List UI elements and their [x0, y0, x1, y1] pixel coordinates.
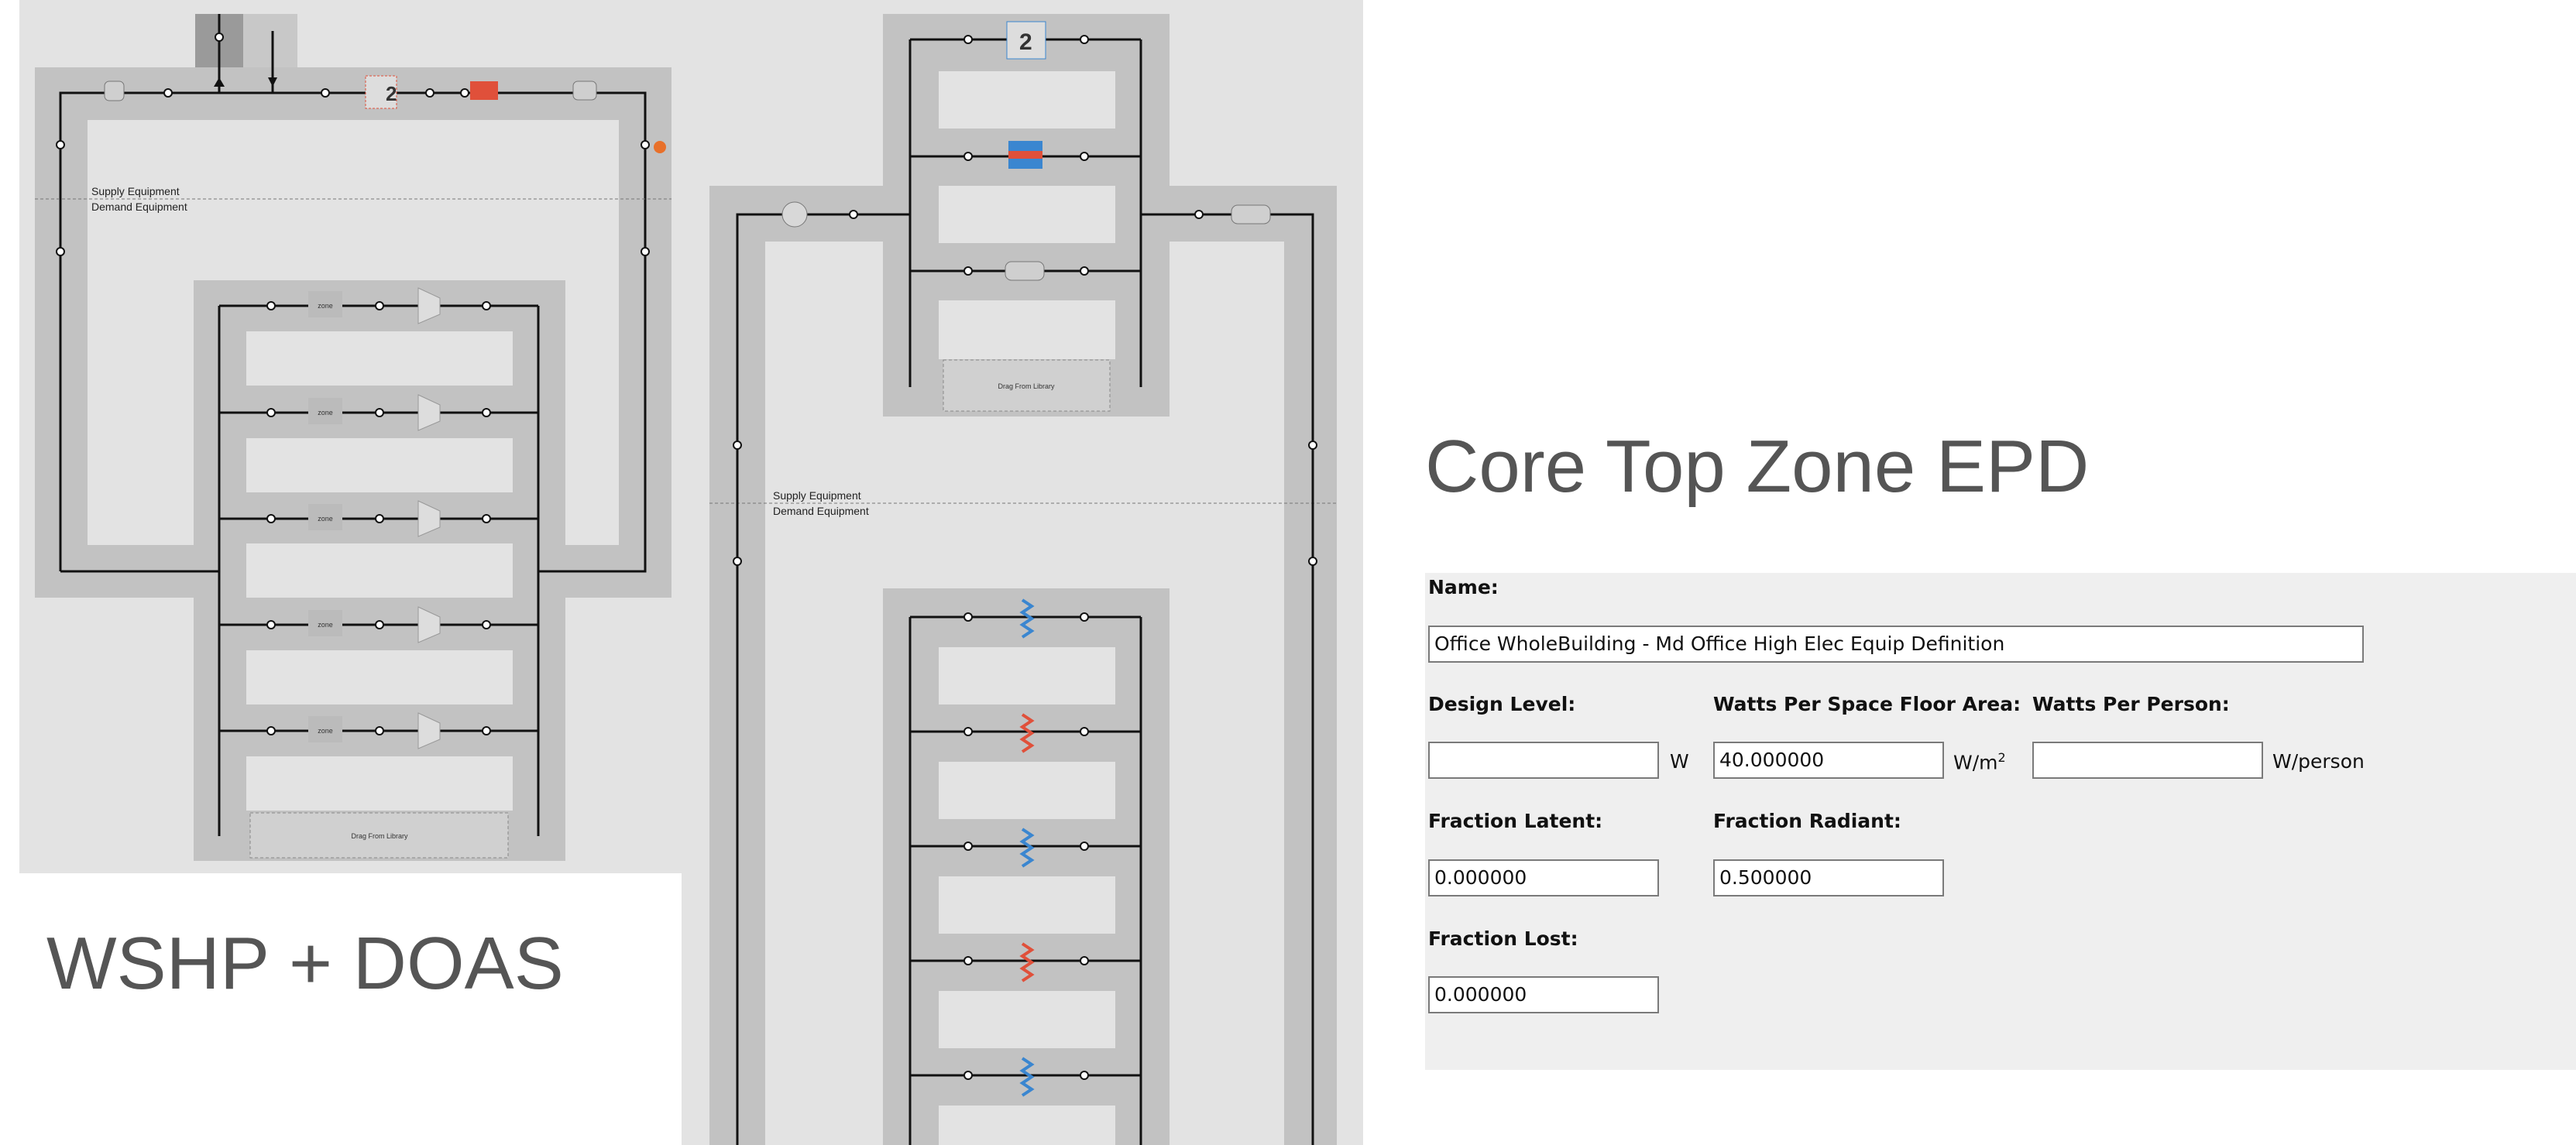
pipe-icon[interactable]	[1005, 261, 1045, 281]
design-level-unit: W	[1670, 750, 1689, 773]
demand-equipment-label: Demand Equipment	[773, 505, 869, 517]
fraction-lost-field[interactable]: 0.000000	[1428, 976, 1659, 1013]
supply-equipment-label: Supply Equipment	[773, 489, 861, 502]
fraction-latent-field[interactable]: 0.000000	[1428, 859, 1659, 896]
zone-icon: zone	[318, 409, 333, 417]
chiller-icon[interactable]	[1008, 141, 1042, 169]
cooling-coil-icon[interactable]: 2	[365, 75, 397, 109]
pump-icon[interactable]	[781, 201, 808, 228]
name-label: Name:	[1428, 576, 1499, 598]
watts-per-area-label: Watts Per Space Floor Area:	[1713, 693, 2021, 715]
fraction-latent-label: Fraction Latent:	[1428, 810, 1603, 832]
plant-loop-diagram[interactable]: Drag From Library Supply Equipment Deman…	[682, 0, 1363, 1145]
supply-equipment-label: Supply Equipment	[91, 185, 180, 197]
drop-zone-label: Drag From Library	[351, 832, 408, 840]
fraction-lost-label: Fraction Lost:	[1428, 927, 1578, 950]
watts-per-person-field[interactable]	[2032, 742, 2263, 779]
inspector-title: Core Top Zone EPD	[1425, 425, 2090, 508]
pipe-icon[interactable]	[1231, 204, 1271, 225]
watts-per-person-label: Watts Per Person:	[2032, 693, 2230, 715]
design-level-label: Design Level:	[1428, 693, 1576, 715]
name-field[interactable]: Office WholeBuilding - Md Office High El…	[1428, 626, 2364, 663]
supply-fan-icon[interactable]	[104, 81, 125, 101]
fan-icon[interactable]	[572, 81, 597, 101]
demand-equipment-label: Demand Equipment	[91, 201, 187, 213]
fraction-radiant-field[interactable]: 0.500000	[1713, 859, 1944, 896]
heating-coil-icon[interactable]	[470, 81, 498, 100]
electric-equipment-inspector: Name: Office WholeBuilding - Md Office H…	[1425, 573, 2576, 1070]
design-level-field[interactable]	[1428, 742, 1659, 779]
boiler-icon[interactable]: 2	[1006, 21, 1046, 60]
system-caption: WSHP + DOAS	[46, 922, 564, 1005]
watts-per-area-field[interactable]: 40.000000	[1713, 742, 1944, 779]
zone-icon: zone	[318, 515, 333, 523]
drop-zone-label: Drag From Library	[998, 382, 1055, 390]
setpoint-manager-icon[interactable]	[654, 141, 666, 153]
watts-per-area-unit: W/m2	[1953, 750, 2006, 774]
zone-icon: zone	[318, 621, 333, 629]
svg-text:2: 2	[1019, 29, 1032, 55]
watts-per-person-unit: W/person	[2272, 750, 2365, 773]
zone-icon: zone	[318, 302, 333, 310]
zone-icon: zone	[318, 727, 333, 735]
svg-text:2: 2	[386, 82, 397, 105]
fraction-radiant-label: Fraction Radiant:	[1713, 810, 1901, 832]
